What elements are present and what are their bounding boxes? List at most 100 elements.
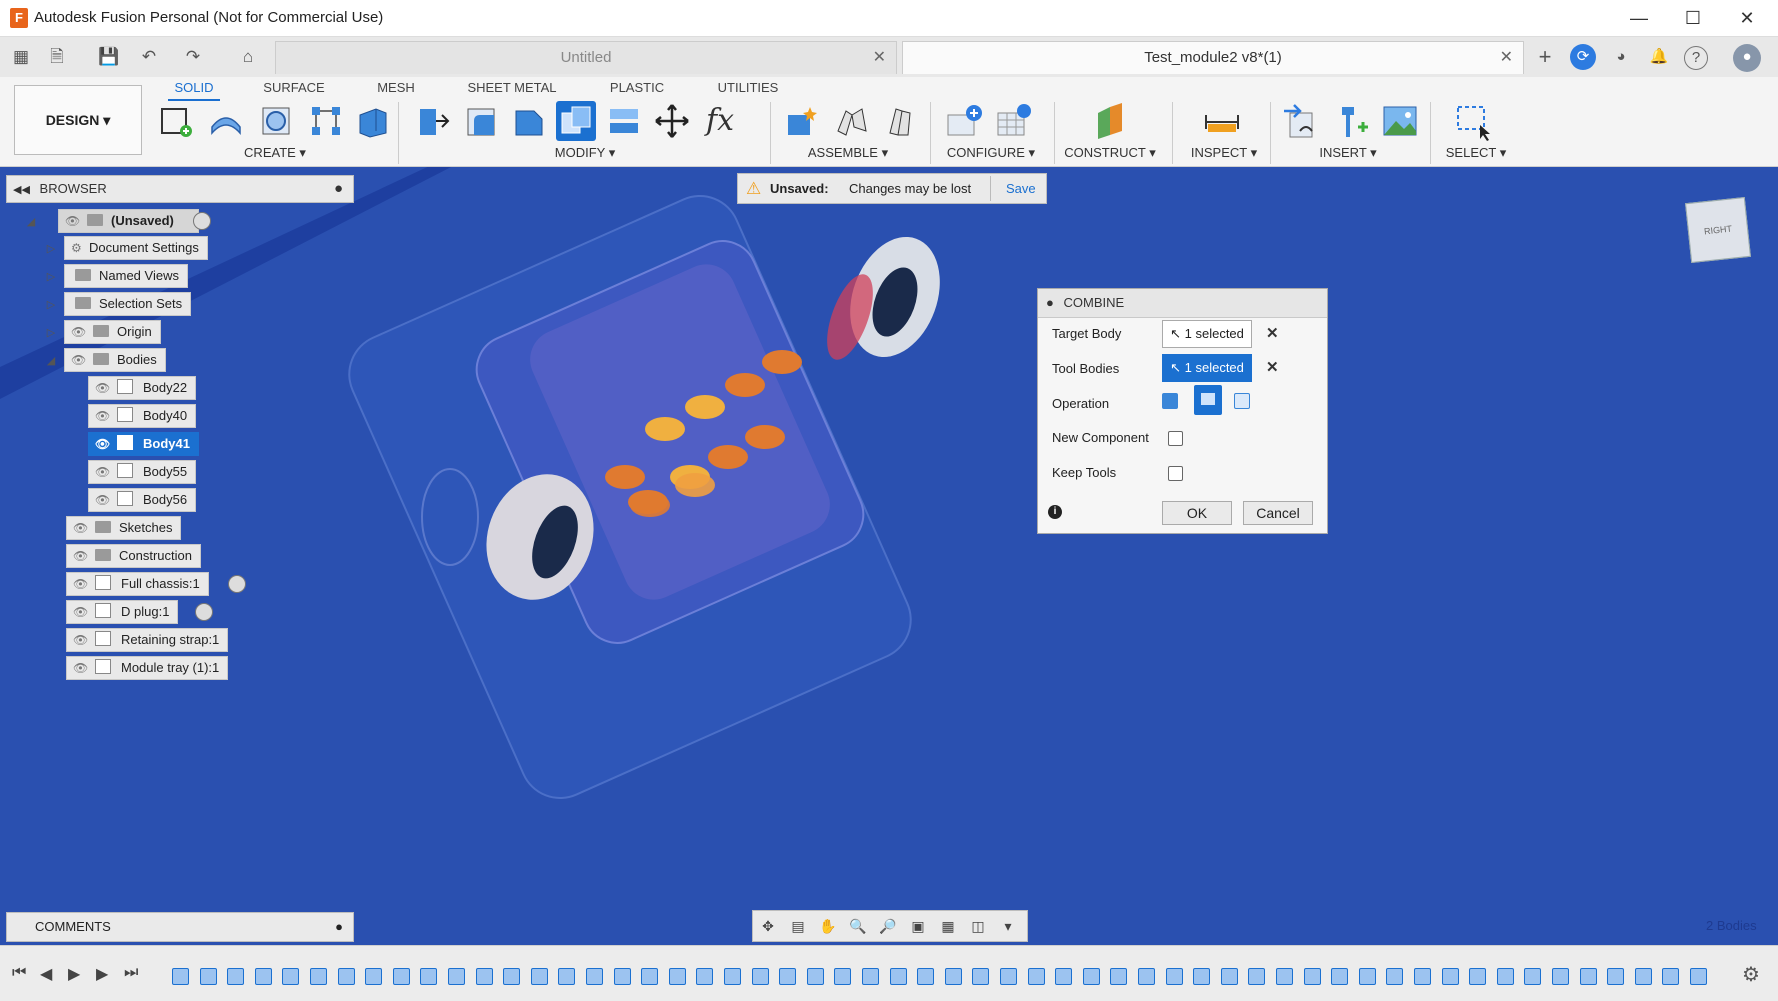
hidden-eye-icon[interactable]: 👁 (73, 545, 91, 567)
timeline-feature-icon[interactable] (724, 968, 741, 985)
browser-node-origin[interactable]: 👁 Origin (64, 320, 161, 344)
insert-menu[interactable]: INSERT ▾ (1308, 145, 1388, 161)
timeline-feature-icon[interactable] (199, 968, 217, 985)
viewports-icon[interactable]: ◫ (963, 911, 993, 941)
visibility-eye-icon[interactable]: 👁 (95, 489, 113, 511)
parameters-icon[interactable]: fx (700, 101, 740, 141)
zoom-icon[interactable]: 🔍 (843, 911, 873, 941)
visibility-eye-icon[interactable]: 👁 (65, 210, 83, 232)
component-node-full-chassis[interactable]: 👁 Full chassis:1 (66, 572, 209, 596)
timeline-feature-icon[interactable] (530, 968, 548, 985)
visibility-eye-icon[interactable]: 👁 (71, 349, 89, 371)
timeline-feature-icon[interactable] (1110, 968, 1128, 985)
create-menu[interactable]: CREATE ▾ (230, 145, 320, 161)
shell-icon[interactable] (604, 101, 644, 141)
close-tab-icon[interactable]: ✕ (873, 42, 886, 74)
tab-surface[interactable]: SURFACE (258, 77, 330, 99)
body-node-body55[interactable]: 👁 Body55 (88, 460, 197, 484)
job-status-icon[interactable]: ◕ (1608, 44, 1634, 70)
timeline-feature-icon[interactable] (1662, 968, 1680, 985)
timeline-feature-icon[interactable] (1690, 968, 1707, 985)
timeline-feature-icon[interactable] (1496, 968, 1514, 985)
body-node-body40[interactable]: 👁 Body40 (88, 404, 197, 428)
expand-icon[interactable]: ▷ (44, 298, 58, 311)
browser-node-selection-sets[interactable]: Selection Sets (64, 292, 192, 316)
timeline-feature-icon[interactable] (696, 968, 714, 985)
target-body-selector[interactable]: ↖ 1 selected (1162, 320, 1252, 348)
browser-root-node[interactable]: 👁 (Unsaved) (58, 209, 199, 233)
timeline-feature-icon[interactable] (668, 968, 686, 985)
visibility-eye-icon[interactable]: 👁 (73, 629, 91, 651)
timeline-feature-icon[interactable] (337, 968, 355, 985)
timeline-feature-icon[interactable] (558, 968, 576, 985)
tab-mesh[interactable]: MESH (370, 77, 422, 99)
notifications-icon[interactable]: 🔔 (1646, 44, 1672, 70)
home-icon[interactable]: ⌂ (235, 44, 261, 70)
play-icon[interactable]: ▶ (68, 964, 80, 984)
pan-icon[interactable]: ✋ (813, 911, 843, 941)
visibility-eye-icon[interactable]: 👁 (73, 657, 91, 679)
join-operation-icon[interactable] (1162, 393, 1178, 409)
tab-untitled[interactable]: Untitled ✕ (275, 41, 897, 74)
timeline-feature-icon[interactable] (586, 968, 603, 985)
tab-solid[interactable]: SOLID (168, 77, 220, 101)
close-window-button[interactable]: ✕ (1720, 2, 1774, 34)
create-sketch-icon[interactable] (156, 101, 196, 141)
modify-menu[interactable]: MODIFY ▾ (540, 145, 630, 161)
activate-radio-icon[interactable] (193, 212, 211, 230)
file-menu-icon[interactable]: 🗎 (44, 44, 70, 70)
new-tab-icon[interactable]: + (1532, 44, 1558, 70)
timeline-feature-icon[interactable] (172, 968, 189, 985)
timeline-feature-icon[interactable] (1248, 968, 1266, 985)
timeline-feature-icon[interactable] (1331, 968, 1349, 985)
browser-pin-icon[interactable]: ● (334, 176, 343, 202)
timeline-feature-icon[interactable] (779, 968, 797, 985)
timeline-feature-icon[interactable] (1524, 968, 1542, 985)
look-at-icon[interactable]: ▤ (783, 911, 813, 941)
timeline-feature-icon[interactable] (641, 968, 659, 985)
cancel-button[interactable]: Cancel (1243, 501, 1313, 525)
clear-tool-icon[interactable]: ✕ (1266, 358, 1279, 376)
component-node-retaining-strap[interactable]: 👁 Retaining strap:1 (66, 628, 229, 652)
timeline-feature-icon[interactable] (613, 968, 631, 985)
expand-icon[interactable]: ▷ (44, 270, 58, 283)
timeline-feature-icon[interactable] (751, 968, 769, 985)
collapse-browser-icon[interactable]: ◀◀ (7, 184, 30, 196)
new-component-checkbox[interactable] (1168, 431, 1183, 446)
timeline-feature-icon[interactable] (834, 968, 852, 985)
timeline-feature-icon[interactable] (254, 968, 272, 985)
maximize-button[interactable]: ☐ (1666, 2, 1720, 34)
browser-node-named-views[interactable]: Named Views (64, 264, 188, 288)
activate-radio-icon[interactable] (195, 603, 213, 621)
timeline-feature-icon[interactable] (1193, 968, 1211, 985)
grid-settings-icon[interactable]: ▦ (933, 911, 963, 941)
timeline-feature-icon[interactable] (944, 968, 962, 985)
timeline-feature-icon[interactable] (448, 968, 465, 985)
timeline-feature-icon[interactable] (282, 968, 300, 985)
tool-bodies-selector[interactable]: ↖ 1 selected (1162, 354, 1252, 382)
joint-icon[interactable] (832, 101, 872, 141)
timeline-feature-icon[interactable] (1165, 968, 1183, 985)
minimize-button[interactable]: — (1612, 2, 1666, 34)
chamfer-icon[interactable] (508, 101, 548, 141)
browser-node-document-settings[interactable]: ⚙ Document Settings (64, 236, 208, 260)
intersect-operation-icon[interactable] (1234, 393, 1250, 409)
undo-icon[interactable]: ↶ (136, 44, 162, 70)
hidden-eye-icon[interactable]: 👁 (71, 321, 89, 343)
box-icon[interactable] (352, 101, 392, 141)
add-comment-icon[interactable]: ● (335, 913, 343, 941)
construct-menu[interactable]: CONSTRUCT ▾ (1058, 145, 1162, 161)
assemble-menu[interactable]: ASSEMBLE ▾ (800, 145, 896, 161)
display-settings-icon[interactable]: ▣ (903, 911, 933, 941)
tab-plastic[interactable]: PLASTIC (604, 77, 670, 99)
combine-dialog-header[interactable]: ● COMBINE (1038, 289, 1327, 318)
component-node-module-tray[interactable]: 👁 Module tray (1):1 (66, 656, 229, 680)
timeline-feature-icon[interactable] (503, 968, 521, 985)
pattern-icon[interactable] (306, 101, 346, 141)
body-node-body56[interactable]: 👁 Body56 (88, 488, 197, 512)
visibility-eye-icon[interactable]: 👁 (95, 461, 113, 483)
workspace-switcher-button[interactable]: DESIGN ▾ (14, 85, 142, 155)
select-window-icon[interactable] (1452, 101, 1492, 141)
tab-test-module2[interactable]: Test_module2 v8*(1) ✕ (902, 41, 1524, 74)
timeline-feature-icon[interactable] (227, 968, 245, 985)
